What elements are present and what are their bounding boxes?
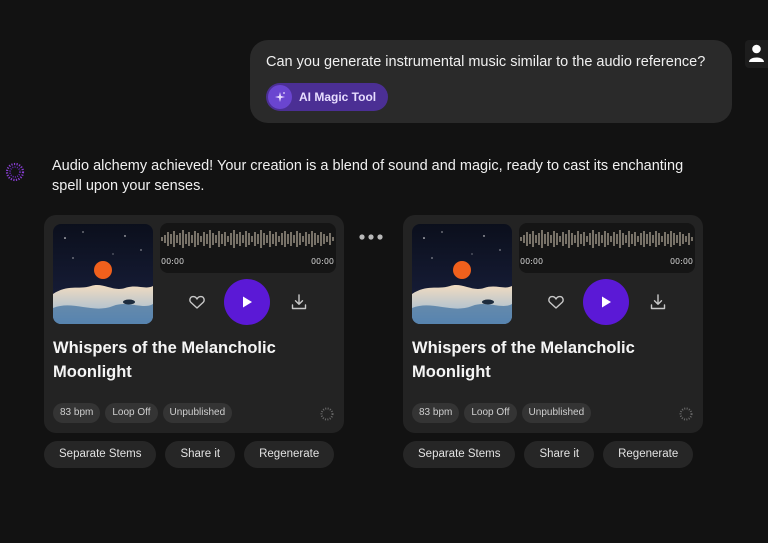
assistant-avatar [5,162,25,182]
play-button[interactable] [583,279,629,325]
user-avatar[interactable] [745,40,768,68]
track-title: Whispers of the Melancholic Moonlight [412,339,635,381]
publish-status-tag: Unpublished [521,403,592,423]
user-icon [749,44,764,62]
bpm-tag: 83 bpm [412,403,460,423]
waveform[interactable] [519,225,695,253]
loading-spinner-icon [679,407,693,421]
play-icon [243,296,252,308]
sparkle-icon [268,85,292,109]
waveform-player[interactable]: 00:00 00:00 [519,223,695,273]
like-button[interactable] [187,292,207,312]
separate-stems-button[interactable]: Separate Stems [44,441,157,468]
spark-ring-icon [5,162,25,182]
regenerate-button[interactable]: Regenerate [244,441,335,468]
download-icon [650,294,666,310]
track-actions: Separate Stems Share it Regenerate [403,441,694,468]
download-button[interactable] [289,292,309,312]
regenerate-button[interactable]: Regenerate [603,441,694,468]
heart-icon [548,295,564,309]
publish-status-tag: Unpublished [162,403,233,423]
track-actions: Separate Stems Share it Regenerate [44,441,335,468]
bpm-tag: 83 bpm [53,403,101,423]
more-options-icon[interactable] [358,232,384,242]
track-tags: 83 bpm Loop Off Unpublished [53,403,233,423]
like-button[interactable] [546,292,566,312]
waveform[interactable] [160,225,336,253]
assistant-message-text: Audio alchemy achieved! Your creation is… [52,158,684,194]
loading-spinner-icon [320,407,334,421]
play-button[interactable] [224,279,270,325]
time-current: 00:00 [161,257,185,266]
waveform-player[interactable]: 00:00 00:00 [160,223,336,273]
time-current: 00:00 [520,257,544,266]
track-tags: 83 bpm Loop Off Unpublished [412,403,592,423]
cover-art [412,224,512,324]
track-card: 00:00 00:00 Whispers of the Melancholic … [403,215,703,433]
time-duration: 00:00 [669,257,693,266]
download-icon [291,294,307,310]
tool-chip-label: AI Magic Tool [299,90,377,104]
ai-magic-tool-chip[interactable]: AI Magic Tool [266,83,388,111]
share-button[interactable]: Share it [524,441,595,468]
cover-art [53,224,153,324]
loop-tag: Loop Off [105,403,158,423]
download-button[interactable] [648,292,668,312]
track-title: Whispers of the Melancholic Moonlight [53,339,276,381]
user-message-bubble: Can you generate instrumental music simi… [250,40,732,123]
share-button[interactable]: Share it [165,441,236,468]
separate-stems-button[interactable]: Separate Stems [403,441,516,468]
loop-tag: Loop Off [464,403,517,423]
track-card: 00:00 00:00 Whispers of the Melancholic … [44,215,344,433]
user-message-text: Can you generate instrumental music simi… [266,54,706,70]
heart-icon [189,295,205,309]
play-icon [602,296,611,308]
time-duration: 00:00 [310,257,334,266]
